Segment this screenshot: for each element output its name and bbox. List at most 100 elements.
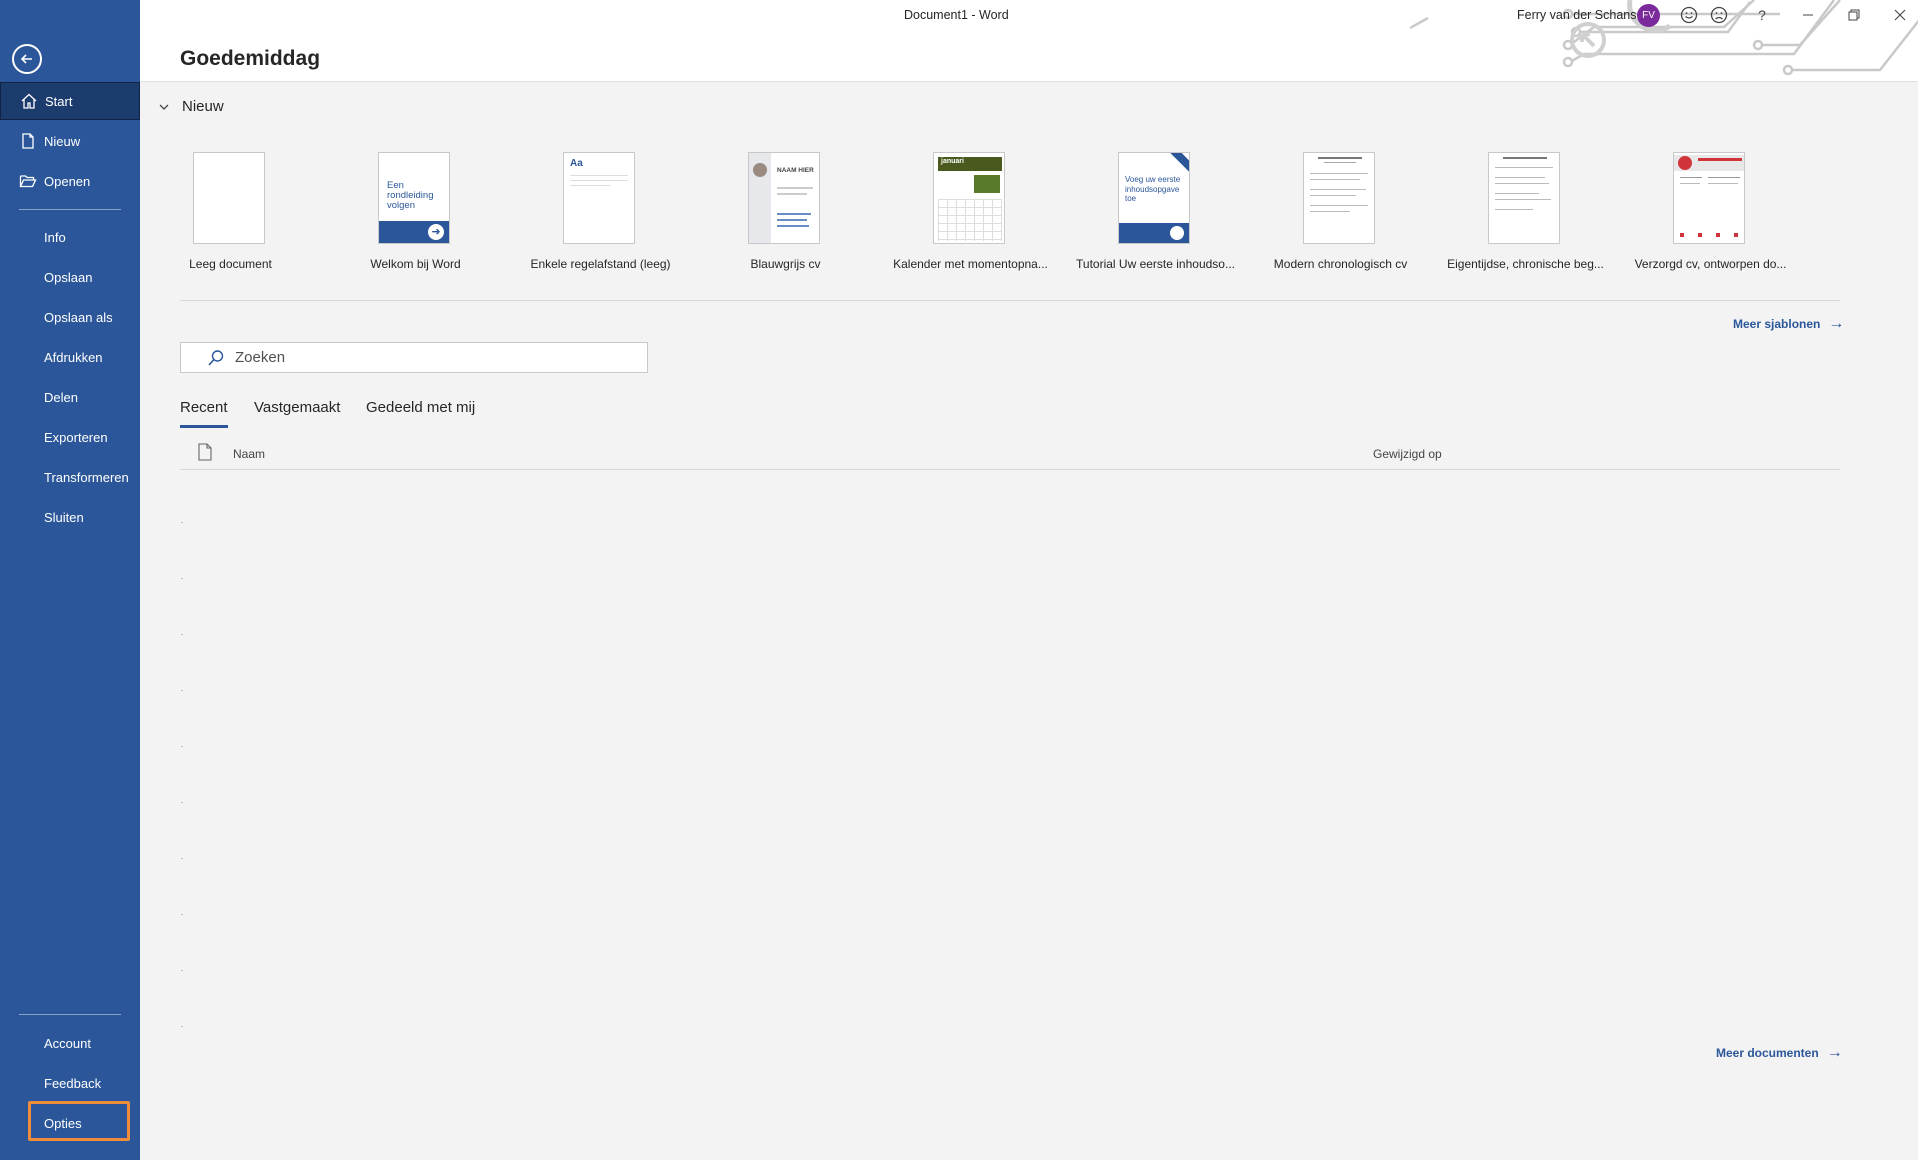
- sidebar-item-opslaan-als[interactable]: Opslaan als: [0, 298, 140, 336]
- restore-icon[interactable]: [1842, 3, 1866, 27]
- more-documents-label: Meer documenten: [1716, 1046, 1819, 1060]
- sidebar-item-label: Nieuw: [44, 133, 81, 149]
- template-welkom-bij-word[interactable]: Een rondleiding volgen ➜ Welkom bij Word: [323, 150, 508, 280]
- back-button[interactable]: [12, 44, 42, 74]
- list-placeholder-dot: [181, 914, 183, 915]
- list-placeholder-dot: [181, 634, 183, 635]
- thumbnail-text: Een rondleiding volgen: [387, 180, 434, 211]
- template-modern-chronologisch-cv[interactable]: Modern chronologisch cv: [1248, 150, 1433, 280]
- template-label: Verzorgd cv, ontworpen do...: [1634, 257, 1787, 271]
- templates-divider: [180, 300, 1840, 301]
- template-tutorial-inhoudsopgave[interactable]: Voeg uw eerste inhoudsopgave toe Tutoria…: [1063, 150, 1248, 280]
- list-placeholder-dot: [181, 522, 183, 523]
- backstage-main: Document1 - Word Ferry van der Schans FV…: [140, 0, 1918, 1160]
- sidebar-item-label: Opslaan als: [44, 309, 113, 325]
- smile-icon[interactable]: [1677, 3, 1701, 27]
- sidebar-item-label: Afdrukken: [44, 349, 103, 365]
- template-label: Enkele regelafstand (leeg): [530, 257, 671, 271]
- sidebar-item-label: Feedback: [44, 1075, 102, 1091]
- list-placeholder-dot: [181, 746, 183, 747]
- sidebar-item-label: Transformeren: [44, 469, 129, 485]
- arrow-right-icon: →: [1828, 315, 1845, 332]
- template-thumbnail: [1673, 152, 1745, 244]
- sidebar-item-transformeren[interactable]: Transformeren: [0, 458, 140, 496]
- header: Document1 - Word Ferry van der Schans FV…: [140, 0, 1918, 82]
- tab-vastgemaakt[interactable]: Vastgemaakt: [254, 399, 340, 416]
- user-name[interactable]: Ferry van der Schans: [1517, 8, 1637, 22]
- sidebar-item-openen[interactable]: Openen: [0, 162, 140, 200]
- close-icon[interactable]: [1888, 3, 1912, 27]
- template-label: Blauwgrijs cv: [750, 257, 821, 271]
- template-eigentijdse-chronische[interactable]: Eigentijdse, chronische beg...: [1433, 150, 1618, 280]
- template-label: Kalender met momentopna...: [893, 257, 1048, 271]
- sidebar-item-afdrukken[interactable]: Afdrukken: [0, 338, 140, 376]
- thumbnail-text: Aa: [570, 158, 583, 169]
- template-leeg-document[interactable]: Leeg document: [138, 150, 323, 280]
- sidebar-item-info[interactable]: Info: [0, 218, 140, 256]
- sidebar-item-label: Start: [45, 93, 73, 109]
- folder-open-icon: [18, 171, 38, 191]
- sidebar-item-opslaan[interactable]: Opslaan: [0, 258, 140, 296]
- arrow-right-icon: ➜: [428, 224, 444, 240]
- template-label: Leeg document: [189, 257, 272, 271]
- sidebar-divider: [19, 1014, 121, 1015]
- sidebar-item-exporteren[interactable]: Exporteren: [0, 418, 140, 456]
- column-header-modified[interactable]: Gewijzigd op: [1373, 447, 1442, 461]
- more-documents-link[interactable]: Meer documenten →: [1716, 1044, 1843, 1062]
- template-label: Modern chronologisch cv: [1273, 257, 1408, 271]
- chevron-down-icon: [159, 104, 169, 110]
- sidebar-item-label: Info: [44, 229, 66, 245]
- template-thumbnail: Een rondleiding volgen ➜: [378, 152, 450, 244]
- sidebar-item-nieuw[interactable]: Nieuw: [0, 122, 140, 160]
- sidebar-item-label: Openen: [44, 173, 91, 189]
- list-placeholder-dot: [181, 690, 183, 691]
- sidebar-item-opties[interactable]: Opties: [0, 1104, 140, 1142]
- template-thumbnail: Voeg uw eerste inhoudsopgave toe: [1118, 152, 1190, 244]
- frown-icon[interactable]: [1707, 3, 1731, 27]
- document-list-header: Naam Gewijzigd op: [180, 440, 1840, 470]
- template-blauwgrijs-cv[interactable]: NAAM HIER Blauwgrijs cv: [693, 150, 878, 280]
- sidebar-item-label: Delen: [44, 389, 78, 405]
- page-title: Goedemiddag: [180, 47, 321, 70]
- search-input[interactable]: [235, 349, 635, 366]
- sidebar-item-account[interactable]: Account: [0, 1024, 140, 1062]
- template-thumbnail: [1303, 152, 1375, 244]
- sidebar-item-sluiten[interactable]: Sluiten: [0, 498, 140, 536]
- search-box[interactable]: [180, 342, 648, 373]
- template-kalender[interactable]: januari Kalender met momentopna...: [878, 150, 1063, 280]
- list-placeholder-dot: [181, 578, 183, 579]
- template-verzorgd-cv[interactable]: Verzorgd cv, ontworpen do...: [1618, 150, 1803, 280]
- sidebar-item-feedback[interactable]: Feedback: [0, 1064, 140, 1102]
- tab-gedeeld-met-mij[interactable]: Gedeeld met mij: [366, 399, 475, 416]
- avatar[interactable]: FV: [1637, 4, 1660, 27]
- thumbnail-text: januari: [938, 157, 1002, 171]
- sidebar-item-start[interactable]: Start: [0, 82, 140, 120]
- template-thumbnail: Aa: [563, 152, 635, 244]
- template-enkele-regelafstand[interactable]: Aa Enkele regelafstand (leeg): [508, 150, 693, 280]
- template-label: Eigentijdse, chronische beg...: [1447, 257, 1604, 271]
- arrow-right-icon: →: [1826, 1044, 1843, 1061]
- tab-recent[interactable]: Recent: [180, 399, 228, 428]
- new-document-icon: [18, 131, 38, 151]
- more-templates-link[interactable]: Meer sjablonen →: [1733, 315, 1844, 333]
- template-label: Welkom bij Word: [370, 257, 461, 271]
- back-arrow-icon: [20, 54, 32, 64]
- more-templates-label: Meer sjablonen: [1733, 317, 1821, 331]
- window-title: Document1 - Word: [904, 8, 1009, 22]
- thumbnail-text: NAAM HIER: [777, 167, 814, 174]
- sidebar-item-label: Opslaan: [44, 269, 93, 285]
- sidebar-item-delen[interactable]: Delen: [0, 378, 140, 416]
- list-placeholder-dot: [181, 1026, 183, 1027]
- column-header-name[interactable]: Naam: [233, 447, 265, 461]
- sidebar-divider: [19, 209, 121, 210]
- new-section-toggle[interactable]: Nieuw: [158, 98, 224, 115]
- search-icon: [207, 349, 225, 367]
- help-icon[interactable]: ?: [1750, 3, 1774, 27]
- template-thumbnail: [1488, 152, 1560, 244]
- list-placeholder-dot: [181, 970, 183, 971]
- file-icon: [198, 443, 212, 461]
- minimize-icon[interactable]: [1796, 3, 1820, 27]
- sidebar-item-label: Sluiten: [44, 509, 84, 525]
- template-thumbnail: januari: [933, 152, 1005, 244]
- template-label: Tutorial Uw eerste inhoudso...: [1076, 257, 1235, 271]
